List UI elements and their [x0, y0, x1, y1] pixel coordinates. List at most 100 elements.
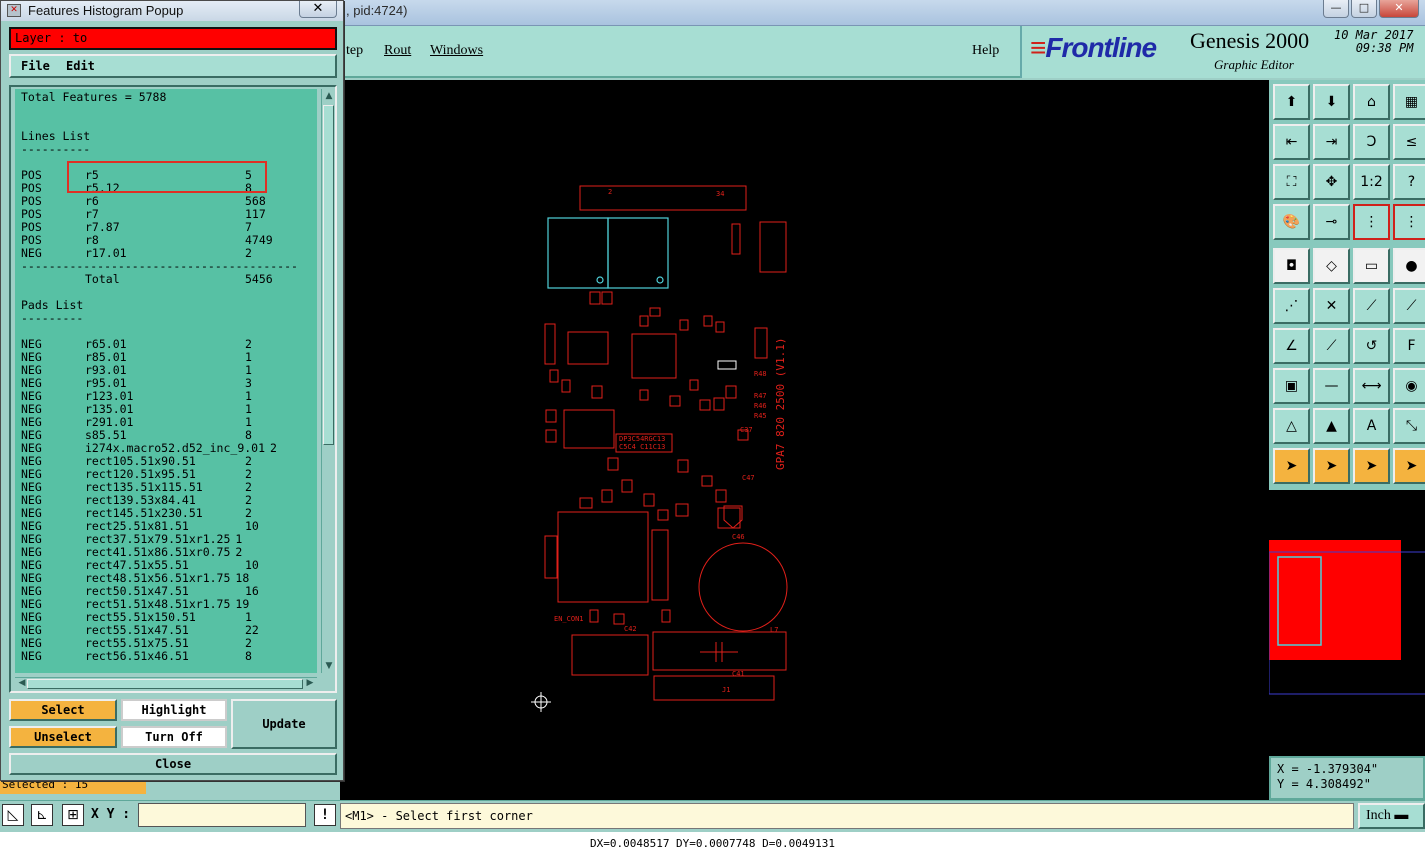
silk-label: GPA7 820 2500 (V1.1): [774, 338, 787, 470]
selected-count: Selected : 15: [0, 780, 146, 794]
silk-label: R47: [754, 392, 767, 400]
home-icon[interactable]: ⌂: [1353, 84, 1390, 120]
help-question-icon[interactable]: ?: [1393, 164, 1425, 200]
battery-circle: [698, 542, 788, 632]
zoom-1to2-icon[interactable]: 1:2: [1353, 164, 1390, 200]
mirror-icon[interactable]: Ↄ: [1353, 124, 1390, 160]
close-button[interactable]: Close: [9, 753, 337, 775]
vertical-scroll-thumb[interactable]: [323, 105, 334, 445]
pads-row[interactable]: NEG rect56.51x46.51 8: [21, 650, 311, 663]
select-box-icon[interactable]: ➤: [1313, 448, 1350, 484]
menu-file[interactable]: File: [21, 59, 50, 73]
count: 2: [235, 545, 243, 559]
diagonal-line-icon[interactable]: ⟋: [1313, 328, 1350, 364]
add-shape-icon[interactable]: ◇: [1313, 248, 1350, 284]
horizontal-scrollbar[interactable]: ◀ ▶: [15, 677, 317, 689]
select-connected-icon[interactable]: ➤: [1393, 448, 1425, 484]
window-grid-icon[interactable]: ▦: [1393, 84, 1425, 120]
grid-mode-icon[interactable]: ⊾: [31, 804, 53, 826]
scroll-right-icon[interactable]: ▶: [303, 676, 317, 690]
multi-pad-icon[interactable]: ◉: [1393, 368, 1425, 404]
menu-help[interactable]: Help: [972, 43, 999, 59]
xy-input[interactable]: [138, 803, 306, 827]
letter-a-icon[interactable]: A: [1353, 408, 1390, 444]
lines-row[interactable]: POS r6 568: [21, 195, 311, 208]
connect-icon[interactable]: ⋰: [1273, 288, 1310, 324]
pan-right-icon[interactable]: ⇥: [1313, 124, 1350, 160]
snap-mode-icon[interactable]: ◺: [2, 804, 24, 826]
lines-row[interactable]: POS r8 4749: [21, 234, 311, 247]
text-f-icon[interactable]: F: [1393, 328, 1425, 364]
scroll-down-icon[interactable]: ▼: [322, 659, 336, 673]
overview-window[interactable]: [1268, 488, 1425, 756]
pads-row[interactable]: NEG r85.01 1: [21, 351, 311, 364]
pads-row[interactable]: NEG r95.01 3: [21, 377, 311, 390]
alert-icon[interactable]: !: [314, 804, 336, 826]
angle-icon[interactable]: ∠: [1273, 328, 1310, 364]
menu-windows[interactable]: Windows: [430, 43, 483, 59]
redraw-icon[interactable]: ≤: [1393, 124, 1425, 160]
vertical-scrollbar[interactable]: ▲ ▼: [321, 89, 335, 673]
zoom-center-icon[interactable]: ✥: [1313, 164, 1350, 200]
highlight-button[interactable]: Highlight: [121, 699, 227, 721]
pads-row[interactable]: NEG r135.01 1: [21, 403, 311, 416]
ruler-icon[interactable]: ▭: [1353, 248, 1390, 284]
turn-off-button[interactable]: Turn Off: [121, 726, 227, 748]
update-button[interactable]: Update: [231, 699, 337, 749]
palette-icon[interactable]: 🎨: [1273, 204, 1310, 240]
arc-icon[interactable]: ↺: [1353, 328, 1390, 364]
horizontal-scroll-thumb[interactable]: [27, 679, 303, 689]
screen: , pid:4724) — □ ✕ tep Rout Windows Help …: [0, 0, 1425, 850]
grid-icon[interactable]: ⊞: [62, 804, 84, 826]
measure-icon[interactable]: ⟷: [1353, 368, 1390, 404]
scroll-up-icon[interactable]: ▲: [322, 89, 336, 103]
pads-row[interactable]: NEG r93.01 1: [21, 364, 311, 377]
zoom-fit-icon[interactable]: ⛶: [1273, 164, 1310, 200]
triangle-icon[interactable]: △: [1273, 408, 1310, 444]
pads-row[interactable]: NEG r291.01 1: [21, 416, 311, 429]
probe-icon[interactable]: ⊸: [1313, 204, 1350, 240]
select-pointer-icon[interactable]: ➤: [1273, 448, 1310, 484]
triangle-up-icon[interactable]: ▲: [1313, 408, 1350, 444]
snap-icon[interactable]: ◘: [1273, 248, 1310, 284]
silk-label: C5C4 C11C13: [619, 443, 665, 451]
minimize-button[interactable]: —: [1323, 0, 1349, 18]
line-point-icon[interactable]: ⟋: [1353, 288, 1390, 324]
maximize-button[interactable]: □: [1351, 0, 1377, 18]
inductor-l7: [652, 631, 787, 671]
lines-row[interactable]: POS r7 117: [21, 208, 311, 221]
net-icon[interactable]: ⋮: [1353, 204, 1390, 240]
close-window-button[interactable]: ✕: [1379, 0, 1419, 18]
line-point-blue-icon[interactable]: ⟋: [1393, 288, 1425, 324]
horizontal-line-icon[interactable]: —: [1313, 368, 1350, 404]
menu-rout[interactable]: Rout: [384, 43, 411, 59]
pad-icon[interactable]: ●: [1393, 248, 1425, 284]
pcb-layout: 2 34 DP3C54RGC13 C5C4 C11C13 EN_CON1 C42…: [531, 185, 788, 712]
pads-row[interactable]: NEG r65.01 2: [21, 338, 311, 351]
move-feature-icon[interactable]: ⤡: [1393, 408, 1425, 444]
unselect-button[interactable]: Unselect: [9, 726, 117, 748]
silk-label: R45: [754, 412, 767, 420]
conn-n2-mark: [656, 276, 664, 284]
unit-selector[interactable]: Inch ▬: [1358, 803, 1425, 829]
move-up-icon[interactable]: ⬆: [1273, 84, 1310, 120]
feature-add-icon[interactable]: ▣: [1273, 368, 1310, 404]
menu-edit[interactable]: Edit: [66, 59, 95, 73]
symbol: rect56.51x46.51: [85, 649, 189, 663]
silk-label: EN_CON1: [554, 615, 584, 623]
pads-row[interactable]: NEG r123.01 1: [21, 390, 311, 403]
command-prompt: <M1> - Select first corner: [340, 803, 1354, 829]
menu-step[interactable]: tep: [346, 43, 363, 59]
product-subtitle: Graphic Editor: [1214, 57, 1294, 72]
popup-title: Features Histogram Popup: [28, 3, 184, 18]
move-down-icon[interactable]: ⬇: [1313, 84, 1350, 120]
net-select-icon[interactable]: ⋮: [1393, 204, 1425, 240]
pan-left-icon[interactable]: ⇤: [1273, 124, 1310, 160]
popup-close-button[interactable]: ✕: [299, 1, 337, 18]
select-net-icon[interactable]: ➤: [1353, 448, 1390, 484]
polarity: NEG: [21, 649, 42, 663]
delete-x-icon[interactable]: ✕: [1313, 288, 1350, 324]
brand-area: ≡Frontline Genesis 2000 Graphic Editor 1…: [1020, 26, 1425, 78]
select-button[interactable]: Select: [9, 699, 117, 721]
graphic-editor-canvas[interactable]: 2 34 DP3C54RGC13 C5C4 C11C13 EN_CON1 C42…: [340, 80, 1269, 800]
